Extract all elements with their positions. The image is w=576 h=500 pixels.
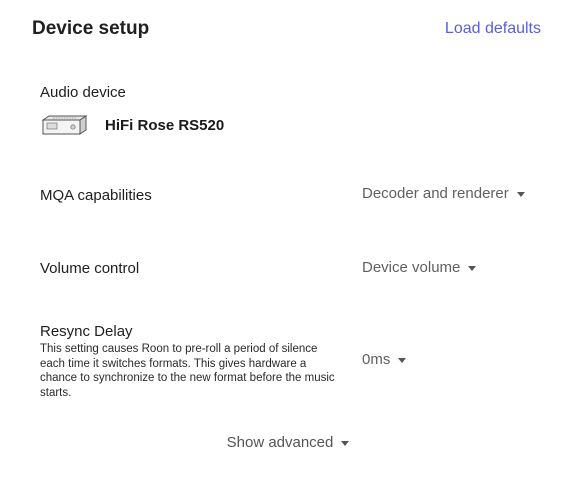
audio-device-icon <box>41 115 88 135</box>
chevron-down-icon <box>516 192 525 197</box>
mqa-capabilities-value: Decoder and renderer <box>362 185 509 202</box>
load-defaults-link[interactable]: Load defaults <box>445 20 541 38</box>
volume-control-label: Volume control <box>40 260 140 277</box>
chevron-down-icon <box>398 358 407 363</box>
mqa-capabilities-dropdown[interactable]: Decoder and renderer <box>362 185 525 202</box>
chevron-down-icon <box>341 441 350 446</box>
page-title: Device setup <box>32 18 150 39</box>
resync-delay-dropdown[interactable]: 0ms <box>362 351 407 368</box>
resync-delay-value: 0ms <box>362 351 391 368</box>
resync-delay-description: This setting causes Roon to pre-roll a p… <box>40 343 335 399</box>
resync-delay-label: Resync Delay <box>40 323 133 340</box>
mqa-capabilities-label: MQA capabilities <box>40 187 152 204</box>
audio-device-name: HiFi Rose RS520 <box>105 117 225 134</box>
volume-control-value: Device volume <box>362 259 461 276</box>
chevron-down-icon <box>468 266 477 271</box>
show-advanced-label: Show advanced <box>226 434 334 451</box>
volume-control-dropdown[interactable]: Device volume <box>362 259 477 276</box>
audio-device-label: Audio device <box>40 84 126 101</box>
show-advanced-button[interactable]: Show advanced <box>0 434 576 451</box>
